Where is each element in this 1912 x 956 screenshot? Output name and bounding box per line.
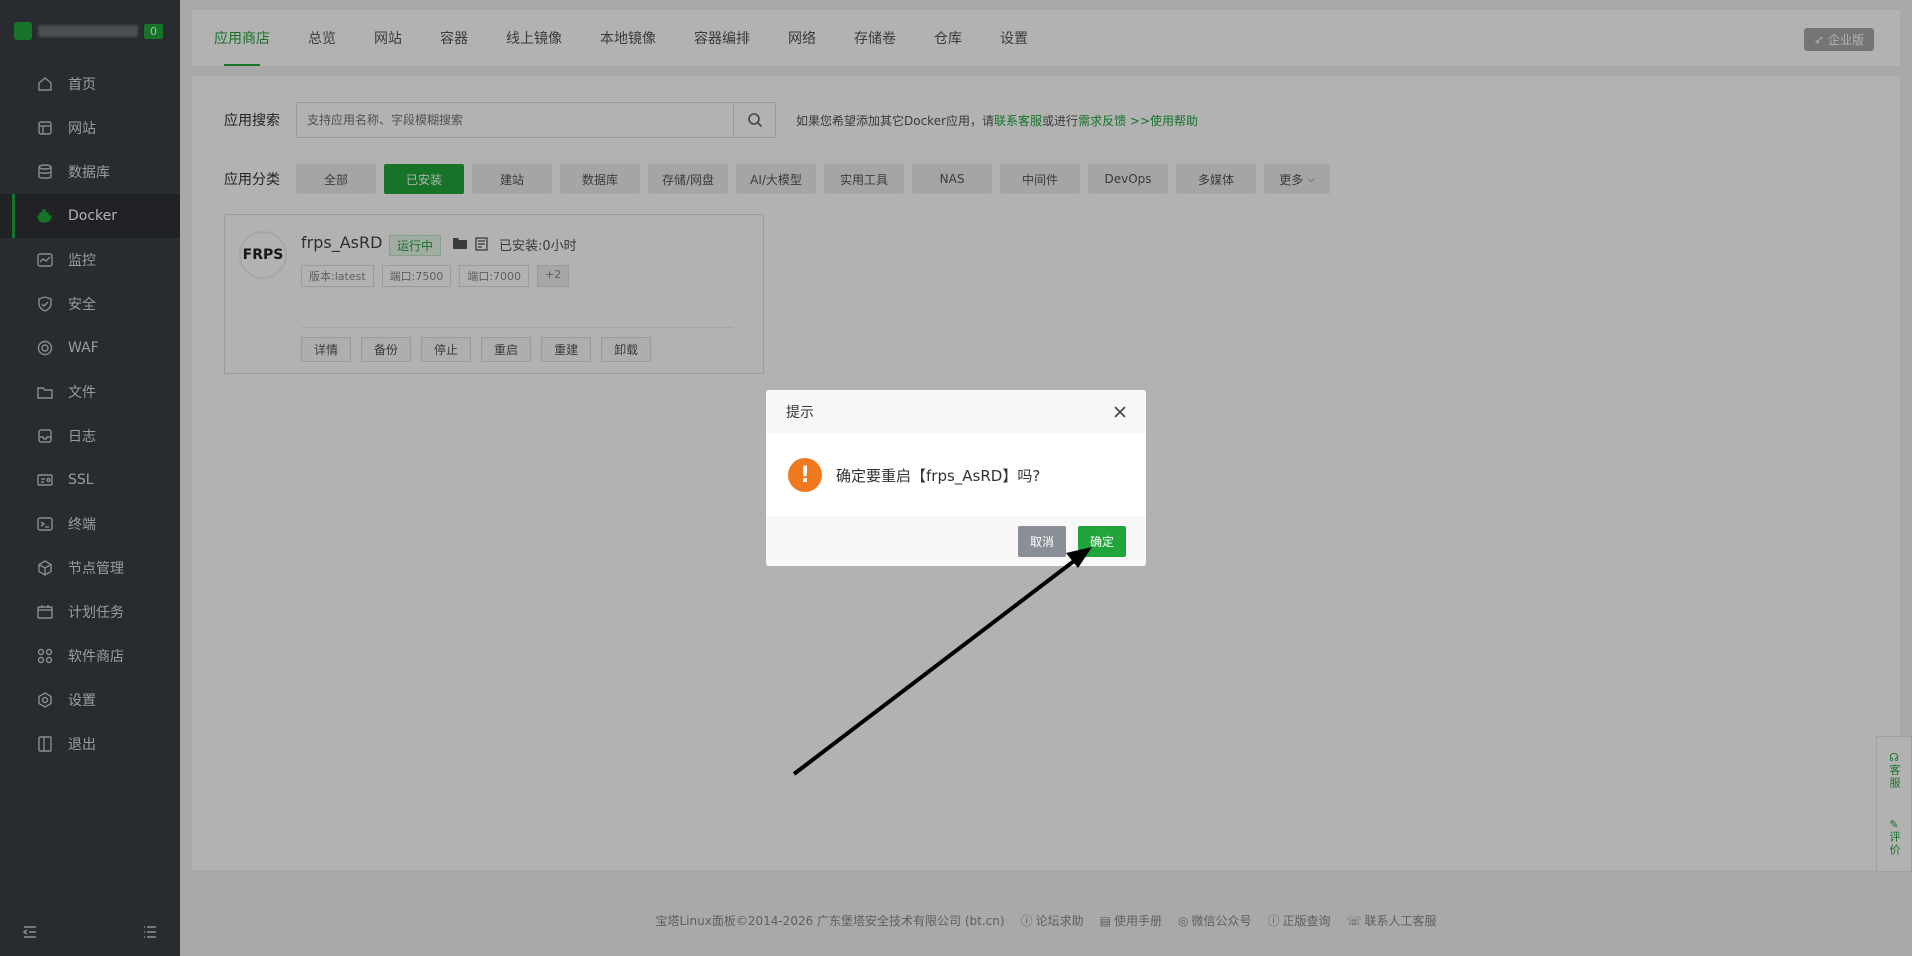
dialog-message: 确定要重启【frps_AsRD】吗? bbox=[836, 466, 1041, 485]
dialog-header: 提示 bbox=[766, 390, 1146, 434]
dialog-footer: 取消 确定 bbox=[766, 516, 1146, 566]
warning-icon: ! bbox=[788, 458, 822, 492]
close-icon[interactable] bbox=[1112, 404, 1128, 420]
dialog-body: ! 确定要重启【frps_AsRD】吗? bbox=[766, 434, 1146, 516]
confirm-button[interactable]: 确定 bbox=[1077, 525, 1126, 557]
dialog-title: 提示 bbox=[786, 405, 814, 421]
confirm-dialog: 提示 ! 确定要重启【frps_AsRD】吗? 取消 确定 bbox=[766, 390, 1146, 566]
cancel-button[interactable]: 取消 bbox=[1017, 525, 1066, 557]
